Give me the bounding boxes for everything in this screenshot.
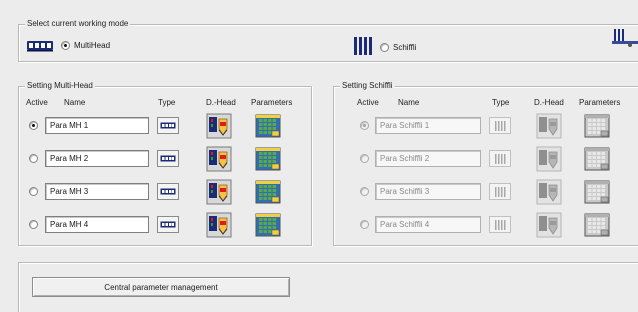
central-parameter-button[interactable]: Central parameter management: [32, 277, 290, 297]
schiffli-mode-radio[interactable]: Schiffli: [380, 43, 416, 52]
parameters-grid-icon: [255, 113, 281, 139]
sc-row-1-dhead-button[interactable]: [535, 112, 562, 139]
partial-machine-icon: [612, 28, 638, 50]
schiffli-type-icon: [494, 186, 506, 198]
sc-row-2-type-button[interactable]: [489, 150, 511, 167]
parameters-grid-icon: [255, 212, 281, 238]
dhead-editor-icon: [206, 146, 232, 172]
mh-row-3-parameters-button[interactable]: [254, 178, 281, 205]
dhead-editor-icon: [206, 179, 232, 205]
parameters-grid-icon: [255, 179, 281, 205]
multihead-label: MultiHead: [74, 41, 111, 50]
sc-row-1-name-field[interactable]: Para Schiffli 1: [375, 117, 481, 134]
sc-col-type: Type: [492, 98, 510, 107]
parameters-grid-icon: [584, 212, 610, 238]
sc-row-3-parameters-button[interactable]: [583, 178, 610, 205]
mh-row-1-dhead-button[interactable]: [205, 112, 232, 139]
multihead-radio-dot[interactable]: [61, 41, 70, 50]
mh-col-name: Name: [64, 98, 86, 107]
sc-row-3-radio[interactable]: [360, 187, 369, 196]
multihead-type-icon: [160, 122, 176, 130]
sc-row-2-dhead-button[interactable]: [535, 145, 562, 172]
dhead-editor-icon: [536, 212, 562, 238]
schiffli-settings-title: Setting Schiffli: [340, 81, 395, 90]
sc-col-dhead: D.-Head: [534, 98, 564, 107]
mh-row-3-name-field[interactable]: Para MH 3: [45, 183, 149, 200]
mh-row-1-type-button[interactable]: [157, 117, 179, 134]
multihead-type-icon: [160, 221, 176, 229]
mh-row-4-parameters-button[interactable]: [254, 211, 281, 238]
schiffli-radio-dot[interactable]: [380, 43, 389, 52]
sc-col-parameters: Parameters: [579, 98, 621, 107]
mh-row-2-radio[interactable]: [29, 154, 38, 163]
sc-row-4-parameters-button[interactable]: [583, 211, 610, 238]
multihead-type-icon: [160, 188, 176, 196]
mh-row-4-radio[interactable]: [29, 220, 38, 229]
mh-row-1-radio[interactable]: [29, 121, 38, 130]
schiffli-mode-icon: [353, 36, 375, 58]
mh-row-3-radio[interactable]: [29, 187, 38, 196]
mh-col-dhead: D.-Head: [206, 98, 236, 107]
sc-row-3-name-field[interactable]: Para Schiffli 3: [375, 183, 481, 200]
mh-col-type: Type: [158, 98, 176, 107]
sc-row-4-name-field[interactable]: Para Schiffli 4: [375, 216, 481, 233]
mh-row-2-name-field[interactable]: Para MH 2: [45, 150, 149, 167]
parameters-grid-icon: [584, 179, 610, 205]
schiffli-type-icon: [494, 219, 506, 231]
schiffli-label: Schiffli: [393, 43, 417, 52]
sc-col-name: Name: [398, 98, 420, 107]
sc-row-2-radio[interactable]: [360, 154, 369, 163]
multihead-settings-title: Setting Multi-Head: [25, 81, 95, 90]
parameters-grid-icon: [584, 113, 610, 139]
parameters-grid-icon: [584, 146, 610, 172]
sc-row-4-dhead-button[interactable]: [535, 211, 562, 238]
schiffli-type-icon: [494, 153, 506, 165]
dhead-editor-icon: [206, 212, 232, 238]
mh-row-1-name-field[interactable]: Para MH 1: [45, 117, 149, 134]
mh-row-2-type-button[interactable]: [157, 150, 179, 167]
sc-row-2-parameters-button[interactable]: [583, 145, 610, 172]
sc-row-1-parameters-button[interactable]: [583, 112, 610, 139]
dhead-editor-icon: [536, 113, 562, 139]
mh-row-3-type-button[interactable]: [157, 183, 179, 200]
schiffli-type-icon: [494, 120, 506, 132]
mh-row-3-dhead-button[interactable]: [205, 178, 232, 205]
working-mode-title: Select current working mode: [25, 19, 131, 28]
multihead-type-icon: [160, 155, 176, 163]
mh-row-4-type-button[interactable]: [157, 216, 179, 233]
mh-row-2-dhead-button[interactable]: [205, 145, 232, 172]
sc-row-1-radio[interactable]: [360, 121, 369, 130]
sc-row-1-type-button[interactable]: [489, 117, 511, 134]
working-mode-group: Select current working mode: [18, 19, 638, 62]
mh-row-2-parameters-button[interactable]: [254, 145, 281, 172]
dhead-editor-icon: [206, 113, 232, 139]
mh-col-parameters: Parameters: [251, 98, 293, 107]
multihead-mode-radio[interactable]: MultiHead: [61, 41, 110, 50]
parameters-grid-icon: [255, 146, 281, 172]
mh-row-1-parameters-button[interactable]: [254, 112, 281, 139]
sc-row-4-radio[interactable]: [360, 220, 369, 229]
dhead-editor-icon: [536, 146, 562, 172]
mh-col-active: Active: [26, 98, 48, 107]
mh-row-4-dhead-button[interactable]: [205, 211, 232, 238]
sc-row-3-type-button[interactable]: [489, 183, 511, 200]
sc-col-active: Active: [357, 98, 379, 107]
multihead-mode-icon: [26, 40, 54, 54]
sc-row-3-dhead-button[interactable]: [535, 178, 562, 205]
sc-row-4-type-button[interactable]: [489, 216, 511, 233]
dhead-editor-icon: [536, 179, 562, 205]
mh-row-4-name-field[interactable]: Para MH 4: [45, 216, 149, 233]
sc-row-2-name-field[interactable]: Para Schiffli 2: [375, 150, 481, 167]
